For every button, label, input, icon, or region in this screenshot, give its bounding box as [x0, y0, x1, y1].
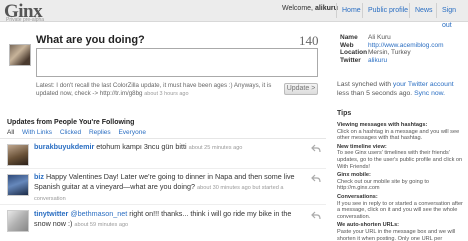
tip-body: Click on a hashtag in a message and you …: [337, 128, 460, 142]
tweet-username[interactable]: burakbuyukdemir: [34, 142, 94, 151]
profile-key: Twitter: [340, 56, 361, 64]
tip-item: Ginx mobile: Check out our mobile site b…: [337, 172, 465, 192]
tip-title: New timeline view:: [337, 143, 387, 150]
nav-public-profile-link[interactable]: Public profile: [362, 3, 413, 18]
tip-title: Viewing messages with hashtags:: [337, 122, 428, 128]
current-username: alikuru: [314, 5, 338, 12]
latest-time[interactable]: about 3 hours ago: [144, 91, 188, 97]
profile-twitter-link[interactable]: alikuru: [368, 57, 387, 65]
latest-prefix: Latest:: [36, 82, 57, 89]
tip-body: If you see in reply to or started a conv…: [337, 200, 463, 220]
tweet-mention[interactable]: @bethmason_net: [70, 209, 127, 218]
tip-body: Paste your URL in the message box and we…: [337, 228, 456, 241]
update-button[interactable]: Update >: [284, 83, 318, 95]
tip-item: New timeline view: To see Ginx users' ti…: [337, 144, 465, 170]
tweet-text: etohum kampı 3ncu gün bitti: [94, 142, 189, 151]
tweet-time[interactable]: about 59 minutes ago: [74, 222, 128, 228]
tab-everyone[interactable]: Everyone: [118, 129, 145, 136]
sync-status: Last synched with your Twitter account l…: [337, 81, 463, 98]
tip-title: Conversations:: [337, 193, 378, 200]
timeline-tweet: tinytwitter @bethmason_net right on!!! t…: [0, 208, 326, 241]
tips-list: Viewing messages with hashtags: Click on…: [337, 122, 465, 241]
timeline-tweet: burakbuyukdemir etohum kampı 3ncu gün bi…: [0, 141, 326, 169]
my-avatar[interactable]: [9, 44, 31, 66]
tweet-body: biz Happy Valentines Day! Later we're go…: [34, 172, 304, 204]
reply-icon[interactable]: [311, 174, 321, 183]
tips-title: Tips: [337, 110, 352, 117]
user-avatar[interactable]: [7, 174, 29, 196]
welcome-text: Welcome, alikuru: [282, 5, 338, 12]
nav-news-link[interactable]: News: [409, 3, 438, 18]
tweet-username[interactable]: tinytwitter: [34, 209, 68, 218]
status-textarea[interactable]: [36, 48, 318, 77]
tweet-body: tinytwitter @bethmason_net right on!!! t…: [34, 209, 304, 230]
tab-replies[interactable]: Replies: [89, 129, 111, 136]
tab-all[interactable]: All: [7, 129, 14, 136]
tip-item: Conversations: If you see in reply to or…: [337, 194, 465, 220]
reply-icon[interactable]: [311, 144, 321, 153]
character-counter: 140: [299, 33, 319, 48]
profile-key: Location: [340, 49, 368, 57]
reply-icon[interactable]: [311, 211, 321, 220]
logo-tagline: Private pre-alpha: [6, 17, 45, 23]
profile-key: Web: [340, 41, 354, 49]
tip-title: Ginx mobile:: [337, 172, 371, 179]
user-avatar[interactable]: [7, 144, 29, 166]
timeline-tabs: All With Links Clicked Replies Everyone: [7, 129, 152, 136]
user-avatar[interactable]: [7, 210, 29, 232]
latest-status: Latest: I don't recall the last ColorZil…: [36, 82, 284, 98]
sync-now-link[interactable]: Sync now.: [414, 90, 445, 97]
top-bar: Ginx Private pre-alpha Welcome, alikuru …: [0, 0, 468, 29]
tweet-time[interactable]: about 25 minutes ago: [189, 145, 243, 151]
divider: [0, 138, 326, 139]
tweet-body: burakbuyukdemir etohum kampı 3ncu gün bi…: [34, 142, 304, 153]
nav-sign-out-link[interactable]: Sign out: [436, 3, 468, 29]
sync-text: less than 5 seconds ago.: [337, 89, 415, 97]
tip-body: Check out our mobile site by going to ht…: [337, 178, 430, 192]
twitter-account-link[interactable]: your Twitter account: [393, 81, 454, 88]
tip-item: We auto-shorten URLs: Paste your URL in …: [337, 222, 465, 241]
profile-value: Ali Kuru: [368, 34, 391, 41]
tip-title: We auto-shorten URLs:: [337, 222, 400, 229]
sync-text: Last synched with: [337, 81, 393, 88]
profile-key: Name: [340, 34, 358, 41]
tab-clicked[interactable]: Clicked: [60, 129, 81, 136]
welcome-prefix: Welcome,: [282, 5, 315, 12]
tab-with-links[interactable]: With Links: [22, 129, 52, 136]
timeline-tweet: biz Happy Valentines Day! Later we're go…: [0, 171, 326, 205]
composer-prompt: What are you doing?: [36, 34, 145, 46]
profile-value: Mersin, Turkey: [368, 49, 411, 57]
tip-item: Viewing messages with hashtags: Click on…: [337, 122, 465, 142]
tweet-username[interactable]: biz: [34, 172, 44, 181]
tip-body: To see Ginx users' timelines with their …: [337, 150, 463, 170]
profile-web-link[interactable]: http://www.acemiblog.com: [368, 42, 444, 50]
timeline-title: Updates from People You're Following: [7, 119, 135, 126]
